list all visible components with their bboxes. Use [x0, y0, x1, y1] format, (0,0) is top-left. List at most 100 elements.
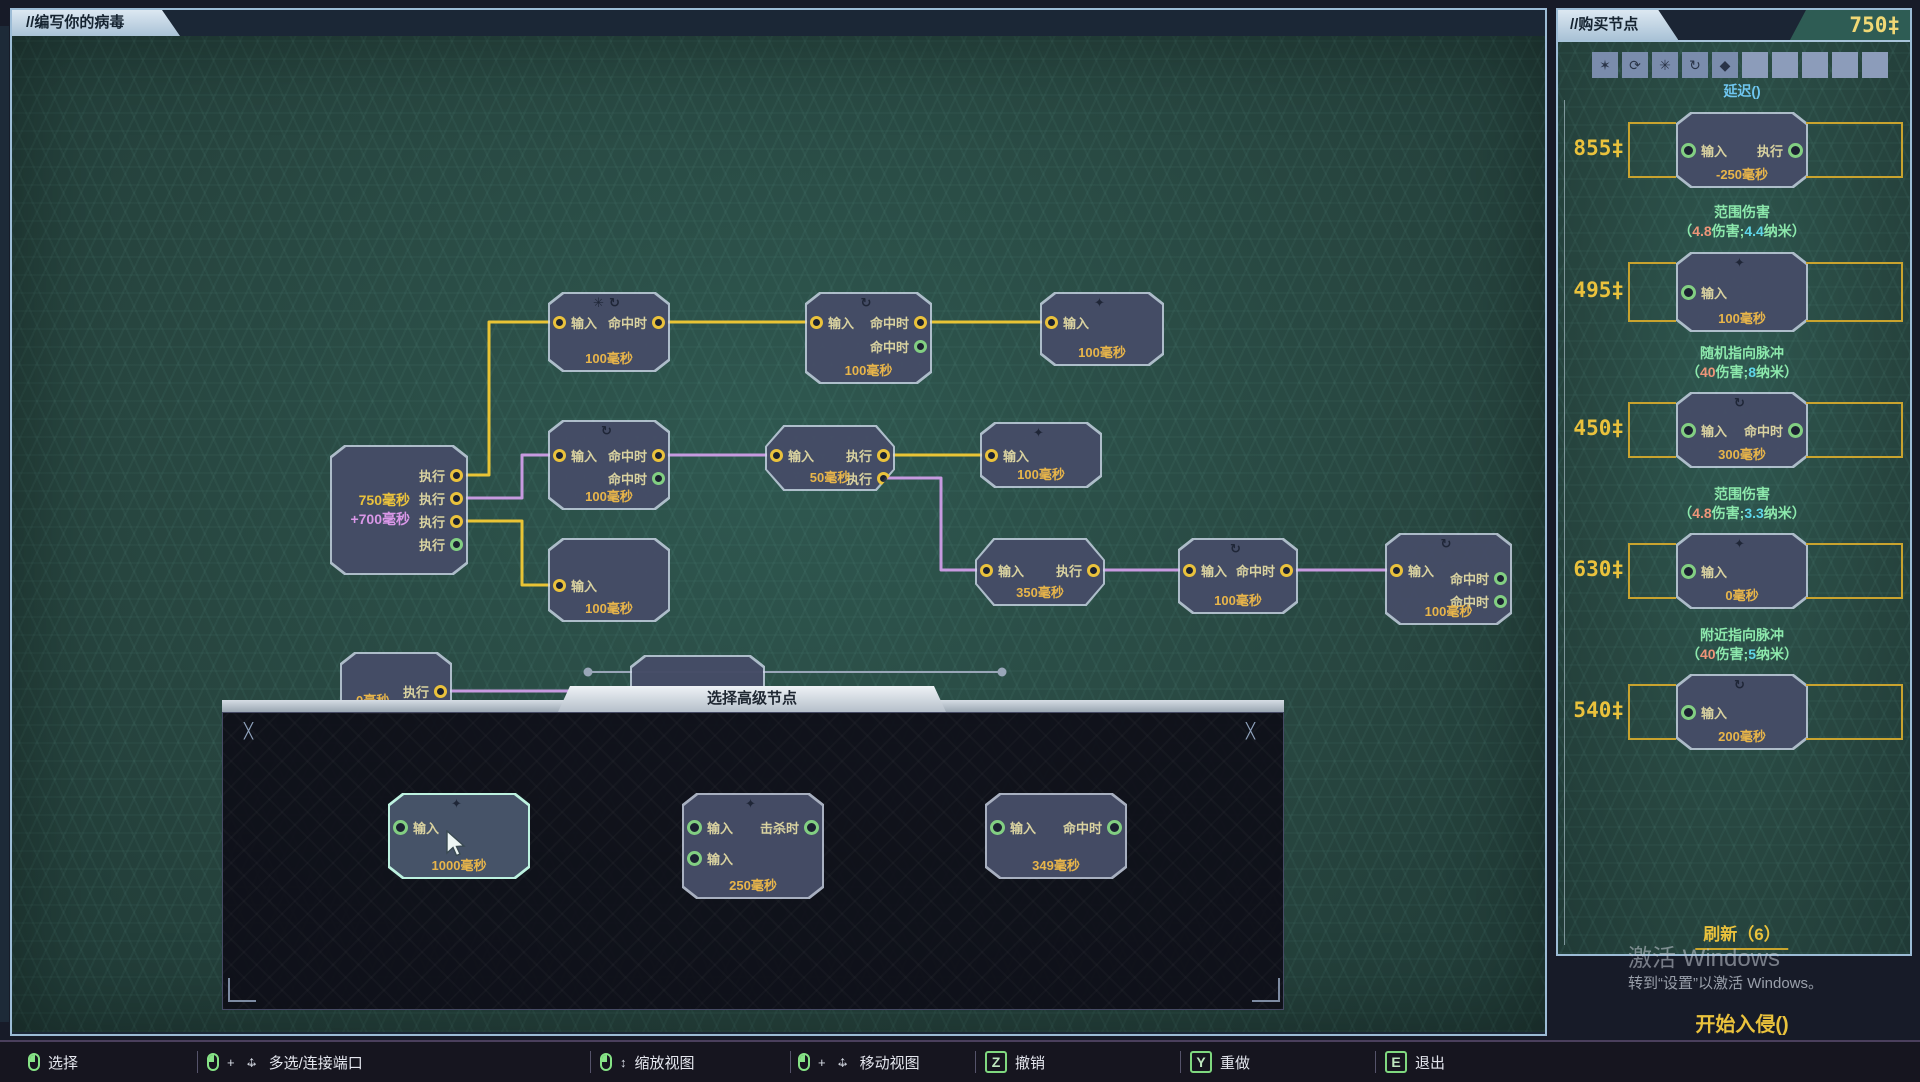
exec-port[interactable]: 执行 — [419, 490, 463, 506]
port-dot[interactable] — [450, 492, 463, 505]
periodic-trigger[interactable]: 周期触发()750毫秒+700毫秒执行执行执行执行 — [330, 445, 468, 575]
input-port[interactable]: 输入 — [1681, 422, 1727, 438]
claw-filter-button[interactable]: ✳ — [1652, 52, 1678, 78]
port-dot[interactable] — [810, 316, 823, 329]
exec-port[interactable]: 执行 — [419, 467, 463, 483]
cycle-filter-button[interactable]: ⟳ — [1622, 52, 1648, 78]
port-dot[interactable] — [1494, 572, 1507, 585]
port-dot[interactable] — [980, 564, 993, 577]
overclock-pulse[interactable]: 超频脉冲（12伤害;6纳米）✳↻输入命中时100毫秒 — [548, 292, 670, 372]
on-kill-port[interactable]: 击杀时 — [760, 819, 819, 835]
port-dot[interactable] — [1788, 423, 1803, 438]
parallel-node[interactable]: 并行()输入执行执行50毫秒 — [765, 425, 895, 491]
port-dot[interactable] — [1045, 316, 1058, 329]
port-dot[interactable] — [1087, 564, 1100, 577]
empty-slot[interactable] — [1832, 52, 1858, 78]
exec-port[interactable]: 执行 — [403, 683, 447, 699]
input-port[interactable]: 输入 — [985, 447, 1029, 463]
port-dot[interactable] — [450, 515, 463, 528]
on-hit-port[interactable]: 命中时 — [608, 314, 665, 330]
exec-port[interactable]: 执行 — [846, 447, 890, 463]
port-dot[interactable] — [914, 316, 927, 329]
on-hit-port[interactable]: 命中时 — [1744, 422, 1803, 438]
spiral-filter-button[interactable]: ↻ — [1682, 52, 1708, 78]
cycle-icon: ⟳ — [1629, 57, 1641, 74]
strongest-pulse[interactable]: 最强指向脉冲（20伤害;8纳米）↻输入命中时100毫秒 — [1178, 538, 1298, 614]
exec-port[interactable]: 执行 — [419, 536, 463, 552]
port-dot[interactable] — [1390, 564, 1403, 577]
input-port[interactable]: 输入 — [1045, 314, 1089, 330]
input-port[interactable]: 输入 — [1681, 704, 1727, 720]
on-hit-port[interactable]: 命中时 — [1236, 562, 1293, 578]
on-hit-port[interactable]: 命中时 — [870, 338, 927, 354]
port-dot[interactable] — [1681, 705, 1696, 720]
exec-port[interactable]: 执行 — [1056, 562, 1100, 578]
burst-filter-button[interactable]: ✶ — [1592, 52, 1618, 78]
input-port[interactable]: 输入 — [1681, 142, 1727, 158]
input-port[interactable]: 输入 — [687, 850, 733, 866]
port-dot[interactable] — [553, 579, 566, 592]
parallel-pulse-right[interactable]: 并行脉冲（12伤害;6纳米）↻输入命中时命中时100毫秒 — [1385, 533, 1512, 625]
port-dot[interactable] — [1280, 564, 1293, 577]
port-label: 输入 — [413, 818, 439, 837]
on-hit-port[interactable]: 命中时 — [1450, 570, 1507, 586]
port-dot[interactable] — [985, 449, 998, 462]
port-dot[interactable] — [687, 851, 702, 866]
push-node[interactable]: 推离（2.5纳米）输入100毫秒 — [548, 538, 670, 622]
area-damage-adv[interactable]: 范围伤害（2.4伤害;3.85纳米）✦输入输入击杀时250毫秒 — [682, 793, 824, 899]
port-dot[interactable] — [652, 472, 665, 485]
traverse-all[interactable]: 遍历所有单位（范围）（2.75纳米）输入命中时349毫秒 — [985, 793, 1127, 879]
port-dot[interactable] — [804, 820, 819, 835]
port-dot[interactable] — [1681, 285, 1696, 300]
port-dot[interactable] — [1681, 564, 1696, 579]
input-port[interactable]: 输入 — [1183, 562, 1227, 578]
input-port[interactable]: 输入 — [770, 447, 814, 463]
port-dot[interactable] — [770, 449, 783, 462]
exec-port[interactable]: 执行 — [419, 513, 463, 529]
empty-slot[interactable] — [1742, 52, 1768, 78]
input-port[interactable]: 输入 — [687, 819, 733, 835]
input-port[interactable]: 输入 — [980, 562, 1024, 578]
traverse-node[interactable]: 遍历（3）输入执行350毫秒 — [975, 538, 1105, 606]
exec-port[interactable]: 执行 — [1757, 142, 1803, 158]
port-dot[interactable] — [434, 685, 447, 698]
empty-slot[interactable] — [1862, 52, 1888, 78]
on-hit-port[interactable]: 命中时 — [1063, 819, 1122, 835]
input-port[interactable]: 输入 — [553, 447, 597, 463]
input-port[interactable]: 输入 — [1390, 562, 1434, 578]
start-hack-button[interactable]: 开始入侵() — [1689, 1008, 1794, 1043]
parallel-pulse-top[interactable]: 并行脉冲（12伤害;6纳米）↻输入命中时命中时100毫秒 — [805, 292, 932, 384]
port-dot[interactable] — [877, 449, 890, 462]
port-dot[interactable] — [652, 316, 665, 329]
port-dot[interactable] — [553, 449, 566, 462]
port-dot[interactable] — [450, 469, 463, 482]
input-port[interactable]: 输入 — [1681, 563, 1727, 579]
parallel-pulse-mid[interactable]: 并行脉冲（12伤害;6纳米）↻输入命中时命中时100毫秒 — [548, 420, 670, 510]
input-port[interactable]: 输入 — [553, 577, 597, 593]
port-dot[interactable] — [1183, 564, 1196, 577]
port-dot[interactable] — [652, 449, 665, 462]
on-hit-port[interactable]: 命中时 — [870, 314, 927, 330]
input-port[interactable]: 输入 — [810, 314, 854, 330]
port-dot[interactable] — [1107, 820, 1122, 835]
port-dot[interactable] — [1681, 143, 1696, 158]
input-port[interactable]: 输入 — [1681, 284, 1727, 300]
empty-slot[interactable] — [1802, 52, 1828, 78]
area-damage-mid[interactable]: 范围伤害（4.8伤害;4.4纳米）✦输入100毫秒 — [980, 422, 1102, 488]
empty-slot[interactable] — [1772, 52, 1798, 78]
input-port[interactable]: 输入 — [393, 819, 439, 835]
input-port[interactable]: 输入 — [990, 819, 1036, 835]
diamond-filter-button[interactable]: ◆ — [1712, 52, 1738, 78]
port-dot[interactable] — [914, 340, 927, 353]
port-dot[interactable] — [1788, 143, 1803, 158]
port-dot[interactable] — [1681, 423, 1696, 438]
on-hit-port[interactable]: 命中时 — [608, 470, 665, 486]
port-dot[interactable] — [553, 316, 566, 329]
port-dot[interactable] — [990, 820, 1005, 835]
port-dot[interactable] — [393, 820, 408, 835]
area-damage-top[interactable]: 范围伤害（4.8伤害;4.4纳米）✦输入100毫秒 — [1040, 292, 1164, 366]
port-dot[interactable] — [450, 538, 463, 551]
input-port[interactable]: 输入 — [553, 314, 597, 330]
port-dot[interactable] — [687, 820, 702, 835]
on-hit-port[interactable]: 命中时 — [608, 447, 665, 463]
